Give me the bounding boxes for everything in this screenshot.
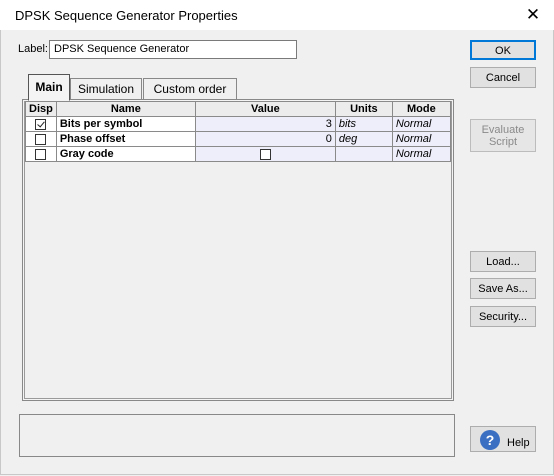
param-units: bits [334,116,393,132]
label-input[interactable]: DPSK Sequence Generator [49,40,297,59]
cancel-button[interactable]: Cancel [470,67,536,88]
table-row: Phase offset 0 deg Normal [25,131,451,147]
help-icon: ? [480,430,500,450]
param-units: deg [334,131,393,147]
window-title: DPSK Sequence Generator Properties [15,8,238,23]
help-button[interactable]: ? Help [470,426,536,452]
param-value[interactable]: 3 [194,116,336,132]
parameter-grid: Disp Name Value Units Mode Bits per symb… [25,101,451,162]
security-button[interactable]: Security... [470,306,536,327]
param-mode[interactable]: Normal [391,116,451,132]
disp-checkbox-checked[interactable] [35,118,47,130]
header-name[interactable]: Name [55,101,196,117]
save-as-button[interactable]: Save As... [470,278,536,299]
gray-code-checkbox[interactable] [259,148,271,160]
evaluate-script-button[interactable]: Evaluate Script [470,119,536,152]
table-row: Gray code Normal [25,146,451,162]
help-label: Help [507,437,530,449]
tab-main[interactable]: Main [28,74,70,101]
param-units [334,146,393,162]
close-button[interactable]: ✕ [521,3,545,27]
tab-custom-order[interactable]: Custom order [143,78,237,100]
description-box [19,414,455,457]
label-caption: Label: [18,43,48,55]
header-mode[interactable]: Mode [391,101,451,117]
ok-button[interactable]: OK [470,40,536,60]
param-mode[interactable]: Normal [391,131,451,147]
param-name: Bits per symbol [55,116,196,132]
tab-simulation[interactable]: Simulation [70,78,142,100]
param-mode[interactable]: Normal [391,146,451,162]
disp-checkbox[interactable] [35,148,47,160]
param-name: Phase offset [55,131,196,147]
disp-cell[interactable] [25,131,57,147]
disp-cell[interactable] [25,116,57,132]
param-value[interactable]: 0 [194,131,336,147]
grid-header-row: Disp Name Value Units Mode [25,101,451,117]
header-units[interactable]: Units [334,101,393,117]
disp-cell[interactable] [25,146,57,162]
load-button[interactable]: Load... [470,251,536,272]
param-value[interactable] [194,146,336,162]
table-row: Bits per symbol 3 bits Normal [25,116,451,132]
param-name: Gray code [55,146,196,162]
header-value[interactable]: Value [194,101,336,117]
header-disp[interactable]: Disp [25,101,57,117]
disp-checkbox[interactable] [35,133,47,145]
